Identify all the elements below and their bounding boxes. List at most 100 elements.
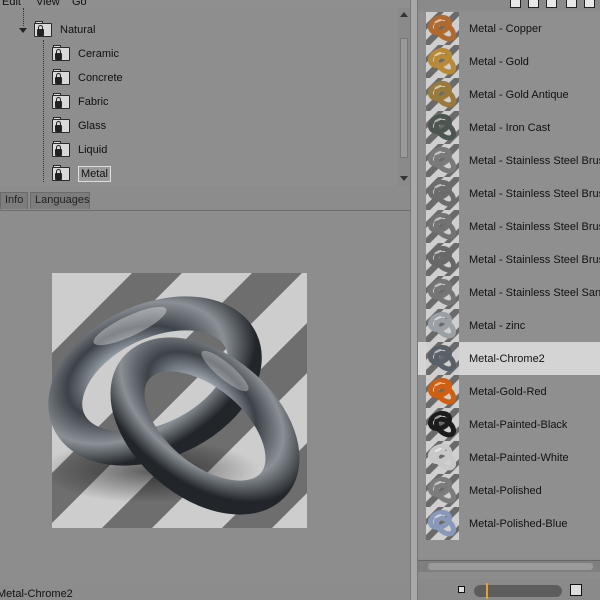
material-label: Metal - Iron Cast [469, 121, 551, 134]
material-item[interactable]: Metal - Stainless Steel Brushed [418, 210, 600, 243]
material-item[interactable]: Metal-Chrome2 [418, 342, 600, 375]
locked-folder-icon [50, 69, 72, 87]
material-swatch-icon [426, 78, 459, 111]
thumbnail-size-bar [418, 578, 600, 600]
locked-folder-icon [50, 165, 72, 183]
scroll-up-icon[interactable] [400, 12, 408, 17]
locked-folder-icon [32, 21, 54, 39]
slider-knob[interactable] [486, 583, 488, 599]
tree-item-label: Glass [78, 120, 107, 132]
material-item[interactable]: Metal - Copper [418, 12, 600, 45]
tree-item-label: Metal [78, 166, 111, 182]
large-thumb-icon[interactable] [570, 584, 582, 596]
tree-item-label: Natural [60, 24, 96, 36]
material-label: Metal - Stainless Steel Sandblasted [469, 286, 600, 299]
tree-item-label: Concrete [78, 72, 123, 84]
copy-icon[interactable] [546, 0, 557, 8]
tree-guide [43, 40, 44, 182]
material-list: Metal - Copper Metal - Gold Metal - Gold A… [418, 12, 600, 558]
material-label: Metal-Polished [469, 484, 542, 497]
material-swatch-icon [426, 408, 459, 441]
material-label: Metal-Polished-Blue [469, 517, 568, 530]
material-item[interactable]: Metal - Gold Antique [418, 78, 600, 111]
locked-folder-icon [50, 45, 72, 63]
material-item[interactable]: Metal - Stainless Steel Brushed [418, 144, 600, 177]
material-swatch-icon [426, 276, 459, 309]
material-label: Metal - zinc [469, 319, 526, 332]
menu-view[interactable]: View [36, 0, 60, 8]
material-swatch-icon [426, 12, 459, 45]
material-preview-image [48, 273, 307, 528]
menu-go[interactable]: Go [72, 0, 87, 8]
tree-item-label: Ceramic [78, 48, 119, 60]
material-preview-panel [0, 210, 410, 585]
material-item[interactable]: Metal - Gold [418, 45, 600, 78]
tree-item-ceramic[interactable]: Ceramic [50, 43, 119, 65]
tree-item-natural[interactable]: Natural [32, 19, 95, 41]
tree-item-fabric[interactable]: Fabric [50, 91, 109, 113]
tree-item-label: Liquid [78, 144, 108, 156]
material-swatch-icon [426, 441, 459, 474]
material-label: Metal - Stainless Steel Brushed [469, 220, 600, 233]
material-label: Metal - Gold Antique [469, 88, 569, 101]
tree-item-label: Fabric [78, 96, 109, 108]
material-label: Metal - Stainless Steel Brushed [469, 253, 600, 266]
material-item[interactable]: Metal-Polished [418, 474, 600, 507]
material-toolbar [418, 0, 600, 10]
panel-splitter[interactable] [410, 0, 418, 600]
material-list-scrollbar[interactable] [418, 560, 600, 572]
favorite-icon[interactable] [584, 0, 595, 8]
tab-languages[interactable]: Languages [30, 192, 90, 209]
material-item[interactable]: Metal - Stainless Steel Brushed [418, 177, 600, 210]
menu-bar: Edit View Go [0, 0, 415, 8]
locked-folder-icon [50, 141, 72, 159]
material-label: Metal-Painted-Black [469, 418, 568, 431]
library-icon[interactable] [566, 0, 577, 8]
small-thumb-icon[interactable] [458, 586, 465, 593]
material-item[interactable]: Metal - Stainless Steel Sandblasted [418, 276, 600, 309]
material-swatch-icon [426, 342, 459, 375]
material-label: Metal-Gold-Red [469, 385, 547, 398]
material-label: Metal - Stainless Steel Brushed [469, 154, 600, 167]
material-label: Metal - Copper [469, 22, 542, 35]
preview-status-text: Metal-Chrome2 [0, 588, 73, 600]
material-swatch-icon [426, 144, 459, 177]
material-swatch-icon [426, 375, 459, 408]
locked-folder-icon [50, 117, 72, 135]
material-label: Metal - Gold [469, 55, 529, 68]
info-tabs: Info Languages [0, 192, 410, 210]
scroll-down-icon[interactable] [400, 176, 408, 181]
material-swatch-icon [426, 243, 459, 276]
material-swatch-icon [426, 45, 459, 78]
home-icon[interactable] [528, 0, 539, 8]
material-swatch-icon [426, 309, 459, 342]
locked-folder-icon [50, 93, 72, 111]
material-swatch-icon [426, 111, 459, 144]
material-item[interactable]: Metal - Iron Cast [418, 111, 600, 144]
tree-scrollbar[interactable] [398, 8, 410, 186]
tree-item-metal[interactable]: Metal [50, 163, 111, 185]
tab-info[interactable]: Info [0, 192, 28, 209]
material-item[interactable]: Metal - zinc [418, 309, 600, 342]
new-icon[interactable] [510, 0, 521, 8]
scroll-thumb[interactable] [428, 563, 593, 570]
material-swatch-icon [426, 474, 459, 507]
tree-item-concrete[interactable]: Concrete [50, 67, 123, 89]
material-label: Metal - Stainless Steel Brushed [469, 187, 600, 200]
tree-item-liquid[interactable]: Liquid [50, 139, 107, 161]
material-item[interactable]: Metal - Stainless Steel Brushed [418, 243, 600, 276]
collapse-icon[interactable] [19, 28, 27, 33]
material-swatch-icon [426, 507, 459, 540]
tree-guide [23, 8, 24, 26]
scroll-thumb[interactable] [400, 38, 408, 158]
category-tree: Natural Ceramic Concrete Fabric Glass Li… [0, 8, 410, 186]
material-item[interactable]: Metal-Painted-White [418, 441, 600, 474]
menu-edit[interactable]: Edit [2, 0, 21, 8]
material-item[interactable]: Metal-Painted-Black [418, 408, 600, 441]
material-swatch-icon [426, 210, 459, 243]
material-label: Metal-Painted-White [469, 451, 569, 464]
material-item[interactable]: Metal-Polished-Blue [418, 507, 600, 540]
material-item[interactable]: Metal-Gold-Red [418, 375, 600, 408]
tree-item-glass[interactable]: Glass [50, 115, 106, 137]
material-label: Metal-Chrome2 [469, 352, 545, 365]
